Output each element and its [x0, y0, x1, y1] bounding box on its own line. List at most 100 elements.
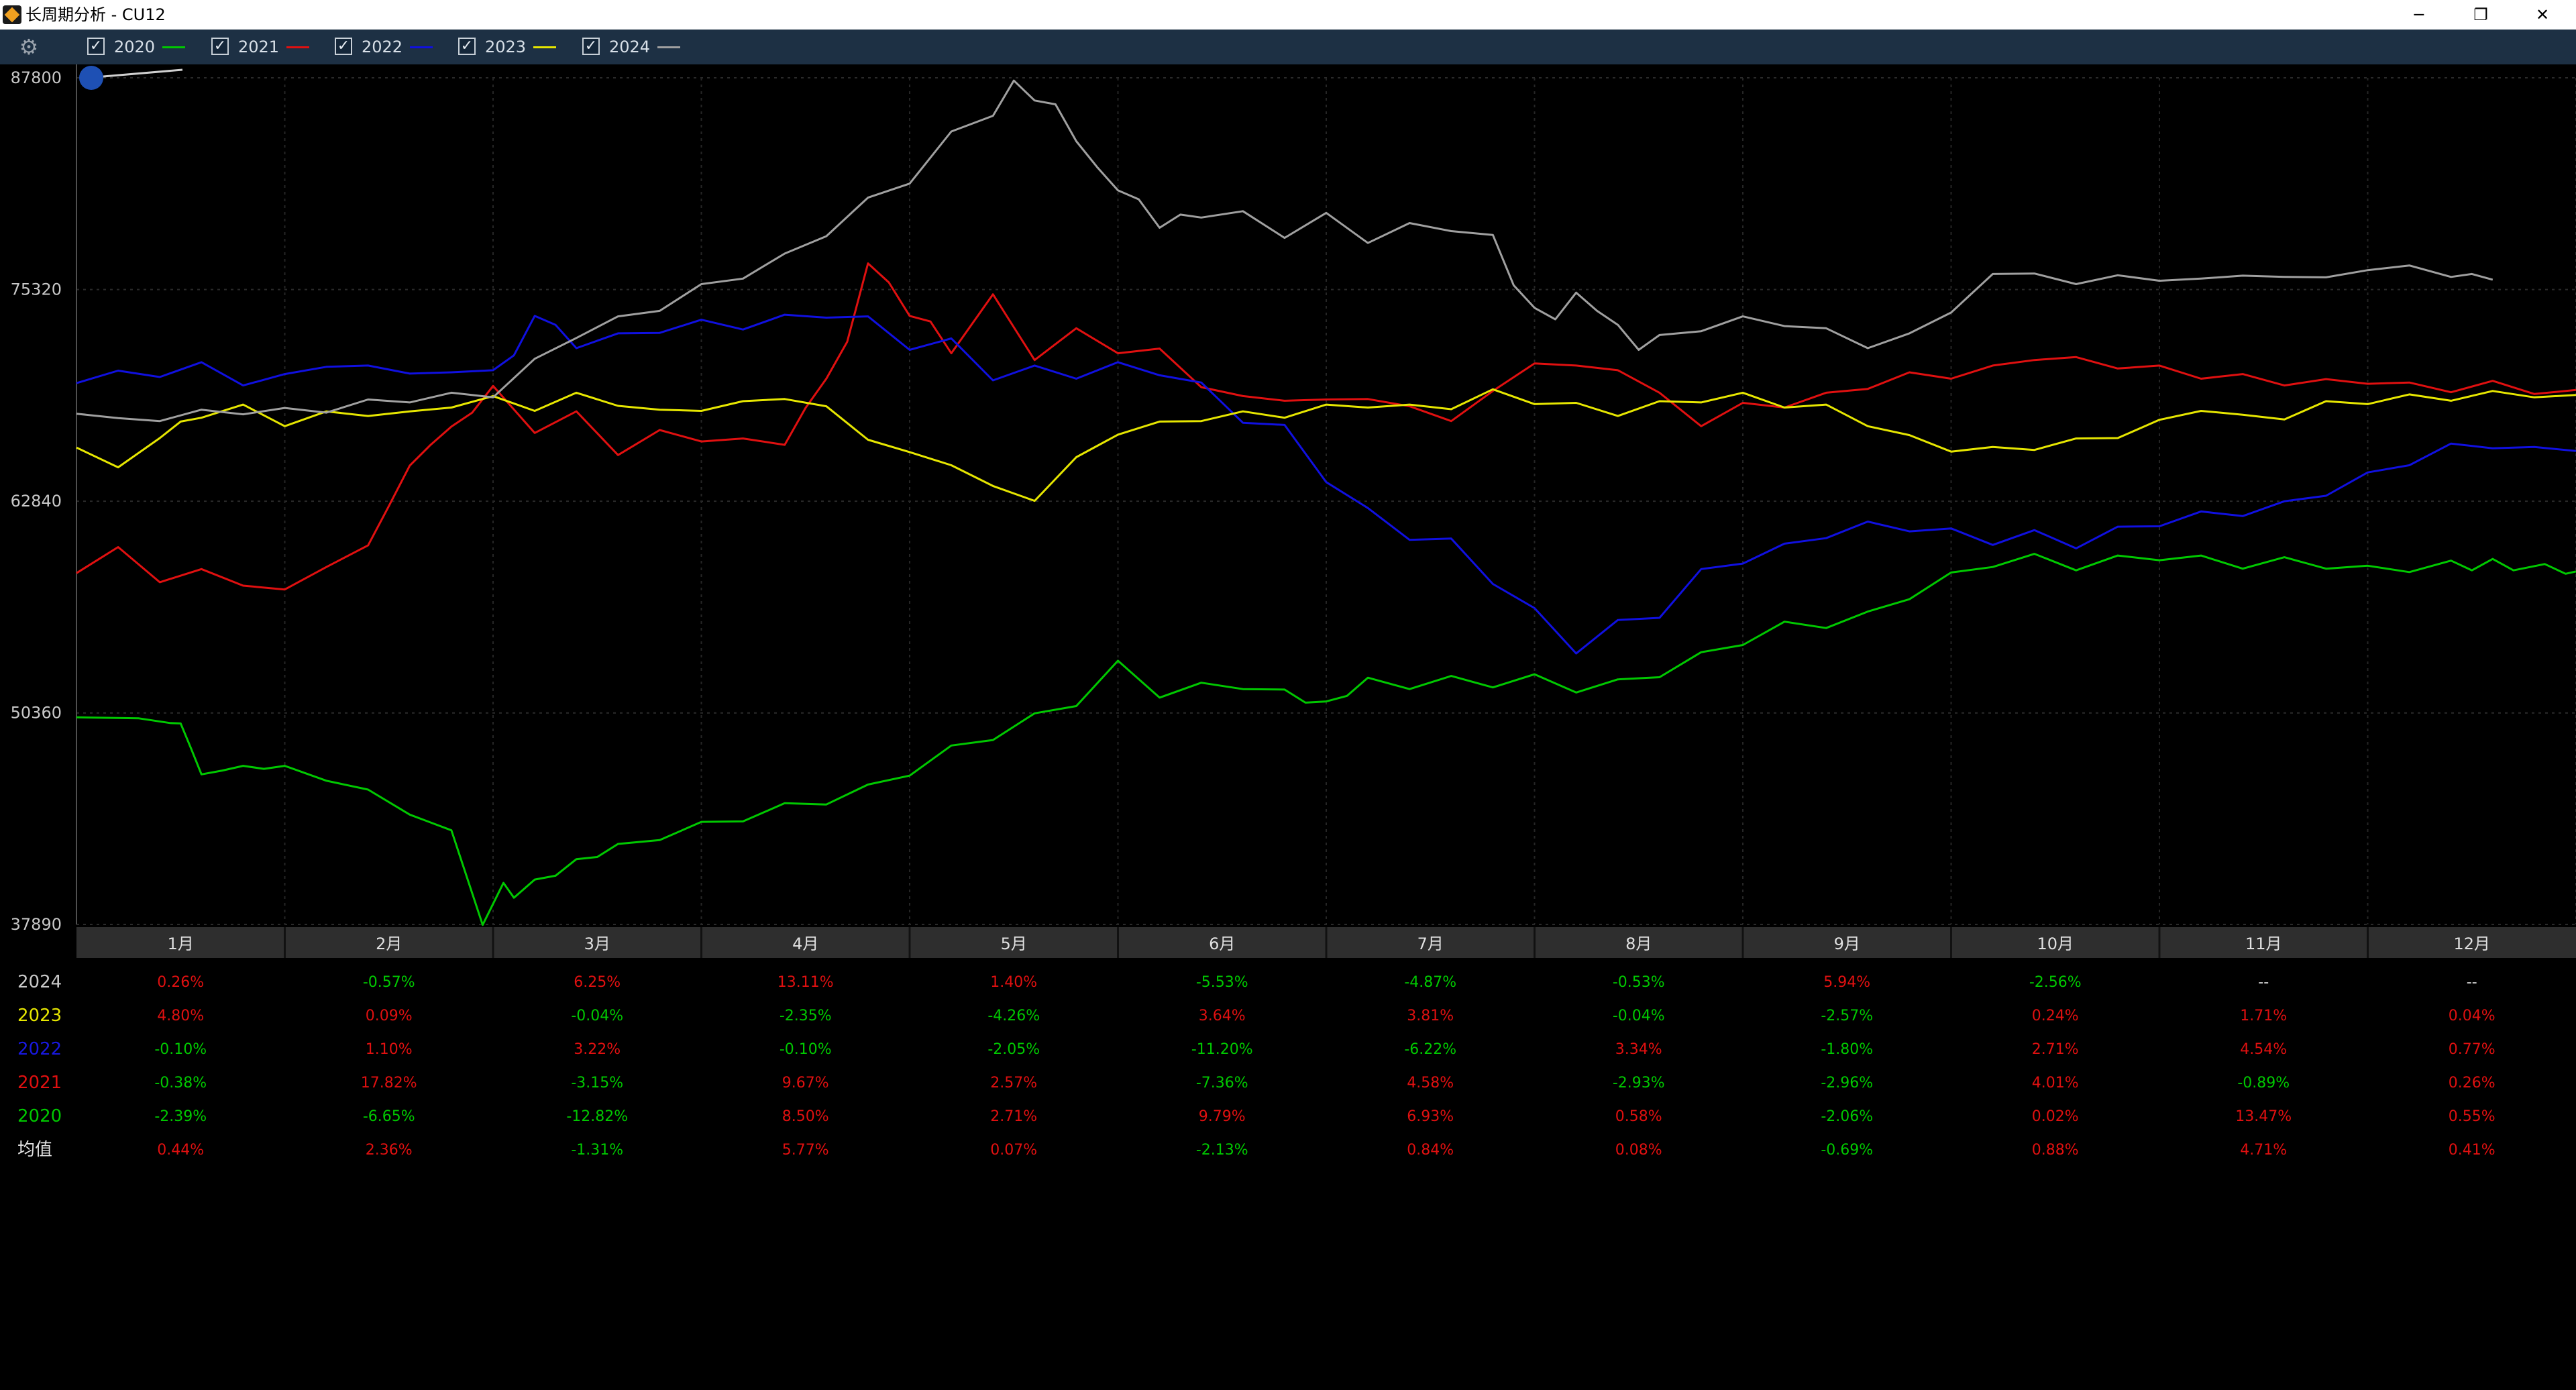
legend-swatch-2020: [162, 46, 185, 48]
table-cell: 9.67%: [782, 1075, 829, 1091]
table-cell: -0.89%: [2237, 1075, 2290, 1091]
table-cell: 0.24%: [2032, 1008, 2079, 1024]
table-cell: 0.26%: [157, 974, 204, 991]
long-cycle-analysis-window: 长周期分析 - CU12 ─ ❐ ✕ ⚙ ✓ 2020 ✓ 2021 ✓ 202…: [0, 0, 2576, 1390]
y-tick-label: 75320: [11, 280, 62, 299]
table-cell: 3.81%: [1407, 1008, 1454, 1024]
table-cell: 4.01%: [2032, 1075, 2079, 1091]
minimize-button[interactable]: ─: [2388, 0, 2450, 30]
table-row-label: 2024: [17, 972, 62, 992]
month-label: 2月: [376, 934, 402, 953]
table-cell: 0.84%: [1407, 1142, 1454, 1159]
table-cell: 0.26%: [2449, 1075, 2496, 1091]
table-cell: -0.04%: [1613, 1008, 1665, 1024]
table-cell: 8.50%: [782, 1108, 829, 1125]
table-cell: -2.93%: [1613, 1075, 1665, 1091]
table-cell: 0.09%: [366, 1008, 413, 1024]
month-label: 1月: [168, 934, 194, 953]
table-cell: -2.35%: [780, 1008, 832, 1024]
table-cell: 5.77%: [782, 1142, 829, 1159]
table-cell: -4.26%: [987, 1008, 1040, 1024]
table-cell: 6.93%: [1407, 1108, 1454, 1125]
crosshair-dot[interactable]: [79, 66, 103, 90]
legend-toolbar: ⚙ ✓ 2020 ✓ 2021 ✓ 2022 ✓ 2023 ✓ 2024: [0, 30, 2576, 64]
table-row-label: 2020: [17, 1106, 62, 1126]
table-row-label: 2021: [17, 1073, 62, 1093]
gear-icon[interactable]: ⚙: [17, 36, 40, 58]
restore-button[interactable]: ❐: [2450, 0, 2512, 30]
table-cell: 4.80%: [157, 1008, 204, 1024]
table-cell: -2.06%: [1821, 1108, 1873, 1125]
table-cell: 0.02%: [2032, 1108, 2079, 1125]
table-cell: 0.08%: [1615, 1142, 1662, 1159]
legend-label-2022: 2022: [362, 38, 403, 56]
checkbox-2022[interactable]: ✓: [335, 38, 352, 55]
table-row-label: 2022: [17, 1039, 62, 1059]
grid: [0, 64, 2576, 1390]
table-cell: -11.20%: [1191, 1041, 1253, 1058]
table-cell: 0.88%: [2032, 1142, 2079, 1159]
table-cell: 13.11%: [777, 974, 834, 991]
month-label: 10月: [2037, 934, 2074, 953]
month-label: 3月: [584, 934, 610, 953]
table-cell: 0.55%: [2449, 1108, 2496, 1125]
y-tick-label: 50360: [11, 704, 62, 723]
legend-label-2021: 2021: [238, 38, 280, 56]
legend-label-2024: 2024: [609, 38, 651, 56]
table-cell: -0.10%: [154, 1041, 207, 1058]
table-cell: 2.71%: [2032, 1041, 2079, 1058]
title-bar[interactable]: 长周期分析 - CU12 ─ ❐ ✕: [0, 0, 2576, 30]
close-button[interactable]: ✕: [2512, 0, 2573, 30]
table-cell: -2.96%: [1821, 1075, 1873, 1091]
y-tick-label: 62840: [11, 492, 62, 511]
table-cell: 0.77%: [2449, 1041, 2496, 1058]
table-cell: -1.31%: [571, 1142, 623, 1159]
legend-swatch-2024: [657, 46, 680, 48]
table-cell: 17.82%: [361, 1075, 417, 1091]
table-cell: 13.47%: [2235, 1108, 2292, 1125]
checkbox-2024[interactable]: ✓: [582, 38, 600, 55]
chart-background: [0, 64, 2576, 1390]
table-cell: 5.94%: [1823, 974, 1870, 991]
table-cell: -2.57%: [1821, 1008, 1873, 1024]
table-cell: -0.38%: [154, 1075, 207, 1091]
table-cell: 9.79%: [1199, 1108, 1246, 1125]
table-cell: -0.57%: [363, 974, 415, 991]
checkbox-2021[interactable]: ✓: [211, 38, 229, 55]
table-cell: 0.58%: [1615, 1108, 1662, 1125]
table-cell: 3.34%: [1615, 1041, 1662, 1058]
checkbox-2020[interactable]: ✓: [87, 38, 105, 55]
month-label: 9月: [1834, 934, 1860, 953]
y-tick-label: 87800: [11, 68, 62, 87]
checkbox-2023[interactable]: ✓: [458, 38, 476, 55]
table-cell: -1.80%: [1821, 1041, 1873, 1058]
table-cell: -2.39%: [154, 1108, 207, 1125]
table-cell: -2.05%: [987, 1041, 1040, 1058]
month-label: 12月: [2453, 934, 2490, 953]
month-label: 4月: [792, 934, 818, 953]
table-cell: 4.58%: [1407, 1075, 1454, 1091]
table-cell: -0.69%: [1821, 1142, 1873, 1159]
table-cell: 4.71%: [2240, 1142, 2287, 1159]
table-cell: 0.07%: [990, 1142, 1037, 1159]
table-cell: -0.04%: [571, 1008, 623, 1024]
table-cell: -0.10%: [780, 1041, 832, 1058]
y-tick-label: 37890: [11, 915, 62, 934]
table-cell: --: [2467, 974, 2477, 991]
table-cell: -0.53%: [1613, 974, 1665, 991]
table-cell: 0.44%: [157, 1142, 204, 1159]
table-cell: 6.25%: [574, 974, 621, 991]
table-cell: -2.56%: [2029, 974, 2082, 991]
table-cell: 4.54%: [2240, 1041, 2287, 1058]
month-label: 5月: [1001, 934, 1027, 953]
table-cell: 1.10%: [366, 1041, 413, 1058]
month-label: 8月: [1625, 934, 1652, 953]
table-cell: 1.71%: [2240, 1008, 2287, 1024]
window-title: 长周期分析 - CU12: [25, 5, 166, 24]
table-cell: -6.22%: [1404, 1041, 1456, 1058]
month-label: 7月: [1417, 934, 1444, 953]
table-cell: -4.87%: [1404, 974, 1456, 991]
chart-area: 87800 75320 62840 50360 37890 1月 2月 3月 4月 5月 6月 7月…: [0, 64, 2576, 1390]
table-cell: -3.15%: [571, 1075, 623, 1091]
app-icon: [3, 5, 21, 24]
